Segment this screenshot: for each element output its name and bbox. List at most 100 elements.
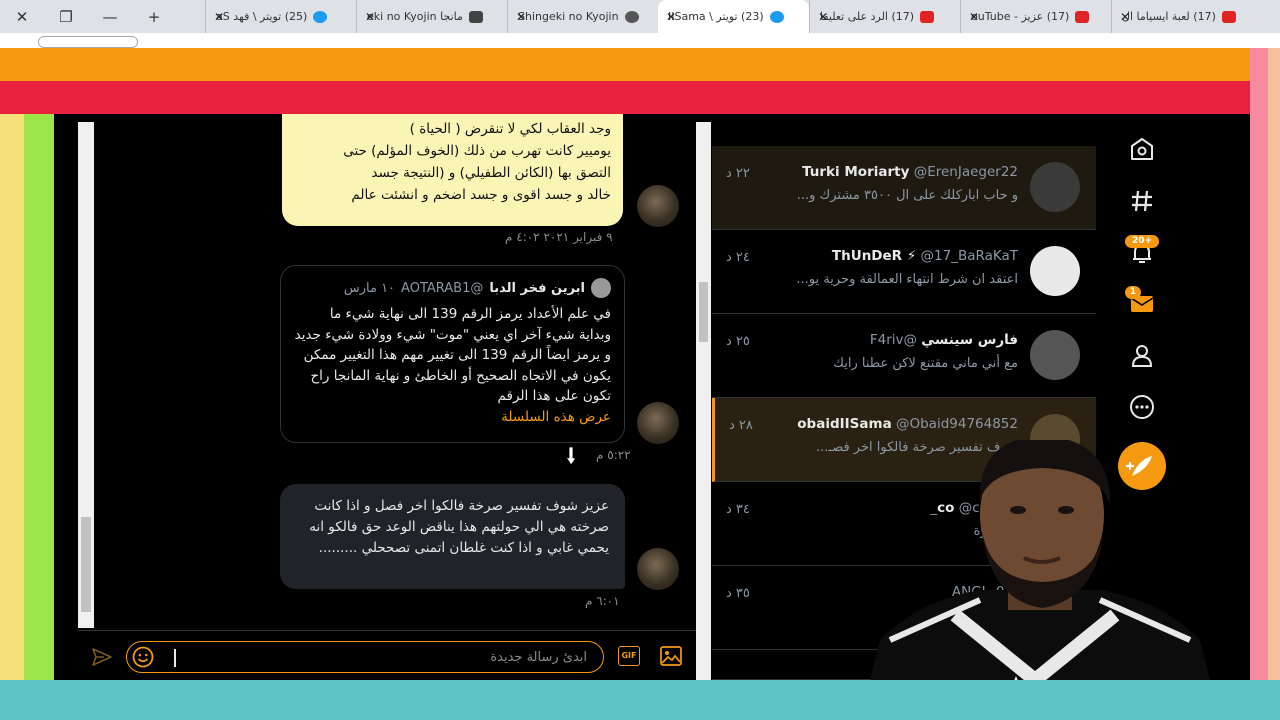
tab-favicon-icon [1075,10,1090,23]
send-icon[interactable] [92,648,112,666]
image-icon[interactable] [660,646,682,666]
dm-left-scrollbar[interactable] [78,122,94,628]
gif-button[interactable]: GIF [618,646,640,666]
conversation-handle: @ErenJaeger22 [913,164,1018,180]
image-message[interactable]: وجد العقاب لكي لا تنقرض ( الحياة ) يوميي… [282,114,623,226]
quoted-author-name: ابرين فخر الدبا [489,280,585,296]
screen: ✕ ❐ — + (25) تويتر \ فهد aS ✕ مانجا eki no… [0,0,1280,720]
tab-title: (23) تويتر \ IISama [668,10,764,23]
conversation-time: ٣٤ د [726,502,750,517]
tab-favicon-icon [920,10,935,23]
browser-tab[interactable]: (23) تويتر \ IISama ✕ [658,0,809,33]
quoted-author-handle: @AOTARAB1 [401,280,484,296]
conversation-title: obaidIISama @Obaid94764852 [797,416,1018,432]
home-icon[interactable] [1129,136,1155,162]
right-edge-band-light [1268,48,1280,680]
red-band [0,81,1250,114]
browser-tabbar: ✕ ❐ — + (25) تويتر \ فهد aS ✕ مانجا eki no… [0,0,1280,33]
profile-pill[interactable] [38,36,138,48]
tab-close-icon[interactable]: ✕ [818,10,828,24]
conversation-time: ٢٥ د [726,334,750,349]
window-controls: ✕ ❐ — + [0,0,205,33]
browser-tab[interactable]: (17) عزيز - ouTube ✕ [960,0,1111,33]
explore-hashtag-icon[interactable] [1129,188,1155,214]
conversation-name: Turki Moriarty [802,164,910,180]
browser-tab[interactable]: (25) تويتر \ فهد aS ✕ [205,0,356,33]
tab-favicon-icon [313,10,328,23]
mouse-pointer-icon [565,446,577,466]
quoted-tweet-date: ١٠ مارس [343,280,396,296]
conversation-handle: @F4riv [869,332,917,348]
message-input-box[interactable] [126,641,604,673]
tab-close-icon[interactable]: ✕ [516,10,526,24]
image-line: التصق بها (الكائن الطفيلي) و (النتيجة جس… [371,165,611,181]
conversation-preview: مع أني ماني مقتنع لاكن عطنا رايك [833,356,1018,371]
bottom-teal-band [0,680,1280,720]
conversation-time: ٢٤ د [726,250,750,265]
sender-avatar[interactable] [637,402,679,444]
conversation-title: فارس سينسي @F4riv [870,332,1018,348]
tab-favicon-icon [468,10,483,23]
dm-left-scroll-thumb[interactable] [81,517,91,612]
new-tab-icon[interactable]: + [132,8,176,26]
tab-title: (17) عزيز - ouTube [971,10,1070,23]
tab-title: (25) تويتر \ فهد aS [216,10,308,23]
sender-avatar[interactable] [637,548,679,590]
restore-window-icon[interactable]: ❐ [44,8,88,26]
dm-scrollbar[interactable] [696,122,711,680]
browser-tab[interactable]: مانجا eki no Kyojin ✕ [356,0,507,33]
conversation-avatar [1030,162,1080,212]
more-options-icon[interactable] [1129,394,1155,420]
quoted-tweet-card[interactable]: ابرين فخر الدبا @AOTARAB1 ١٠ مارس في علم… [280,265,625,443]
conversation-preview: اعتقد ان شرط انتهاء العمالقة وحرية يو... [796,272,1018,287]
message-timestamp: ٥:٢٢ م [596,448,631,462]
image-line: وجد العقاب لكي لا تنقرض ( الحياة ) [409,121,611,137]
conversation-item[interactable]: Turki Moriarty @ErenJaeger22 و حاب اباركل… [712,146,1096,230]
sender-avatar[interactable] [637,185,679,227]
conversation-item[interactable]: ThUnDeR ⚡ @17_BaRaKaT اعتقد ان شرط انتهاء… [712,230,1096,314]
conversation-name: فارس سينسي [921,332,1018,348]
tab-favicon-icon [624,10,639,23]
browser-tab[interactable]: Shingeki no Kyojin ✕ [507,0,658,33]
address-bar[interactable] [0,33,1280,48]
message-timestamp: ٦:٠١ م [585,594,620,608]
browser-tab[interactable]: (17) لعبة ايسياما ال ✕ [1111,0,1262,33]
minimize-window-icon[interactable]: — [88,8,132,26]
profile-icon[interactable] [1129,342,1155,368]
tab-favicon-icon [769,10,784,23]
conversation-handle: @17_BaRaKaT [920,248,1018,264]
browser-tab[interactable]: (17) الرد على تعليقا ✕ [809,0,960,33]
conversation-avatar [1030,246,1080,296]
dm-scroll-thumb[interactable] [699,282,708,342]
left-yellow-band [0,114,24,680]
message-input[interactable] [169,644,595,670]
conversation-time: ٢٨ د [729,418,753,433]
conversation-title: ThUnDeR ⚡ @17_BaRaKaT [832,248,1018,264]
orange-band [0,48,1250,81]
image-line: خالد و جسد اقوى و جسد اضخم و انشئت عالم [351,187,611,203]
webcam-person-photo [860,440,1220,720]
message-text: عزيز شوف تفسير صرخة فالكوا اخر فصل و اذا… [309,498,609,556]
quoted-tweet-header: ابرين فخر الدبا @AOTARAB1 ١٠ مارس [294,278,611,298]
tab-close-icon[interactable]: ✕ [666,10,676,24]
show-thread-link[interactable]: عرض هذه السلسلة [294,409,611,425]
tab-close-icon[interactable]: ✕ [365,10,375,24]
tab-title: (17) لعبة ايسياما ال [1122,10,1216,23]
close-window-icon[interactable]: ✕ [0,8,44,26]
conversation-item[interactable]: فارس سينسي @F4riv مع أني ماني مقتنع لاكن … [712,314,1096,398]
tab-close-icon[interactable]: ✕ [969,10,979,24]
conversation-title: Turki Moriarty @ErenJaeger22 [802,164,1018,180]
quoted-tweet-body: في علم الأعداد يرمز الرقم 139 الى نهاية … [294,306,611,404]
conversation-handle: @Obaid94764852 [895,416,1018,432]
tab-close-icon[interactable]: ✕ [214,10,224,24]
message-timestamp: ٩ فبراير ٢٠٢١ ٤:٠٢ م [505,230,613,244]
tab-title: Shingeki no Kyojin [518,10,619,23]
left-green-band [24,114,54,680]
tab-favicon-icon [1221,10,1236,23]
emoji-icon[interactable] [131,645,155,669]
message-bubble[interactable]: عزيز شوف تفسير صرخة فالكوا اخر فصل و اذا… [280,484,625,589]
image-line: يوميير كانت تهرب من ذلك (الخوف المؤلم) ح… [343,143,611,159]
browser-tabs: (25) تويتر \ فهد aS ✕ مانجا eki no Kyojin ✕… [205,0,1262,33]
conversation-time: ٣٥ د [726,586,750,601]
tab-close-icon[interactable]: ✕ [1120,10,1130,24]
